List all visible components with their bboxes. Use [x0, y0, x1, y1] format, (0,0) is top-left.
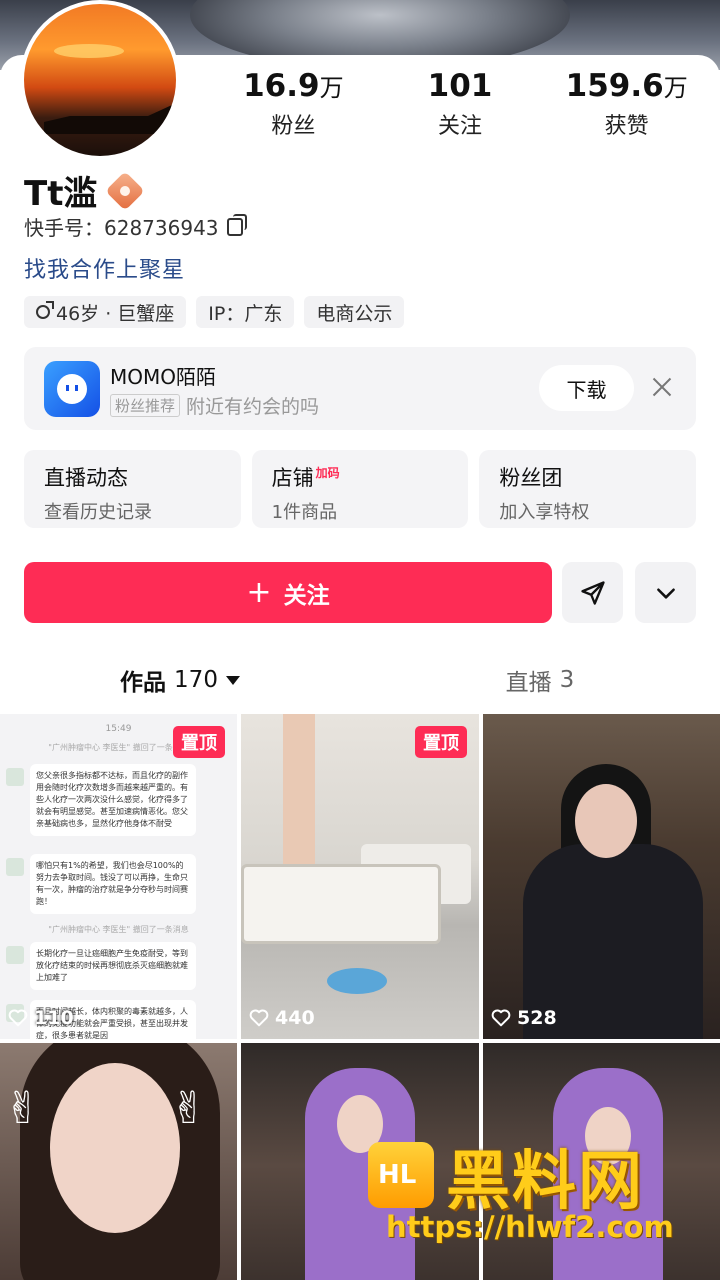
likes-count: 159.6 [565, 68, 664, 104]
follow-button[interactable]: + 关注 [24, 562, 552, 623]
likes-unit: 万 [663, 74, 688, 102]
card-fan-club[interactable]: 粉丝团 加入享特权 [479, 450, 697, 528]
bio-link[interactable]: 找我合作上聚星 [24, 252, 185, 284]
card-shop-badge: 加码 [315, 466, 340, 480]
following-count: 101 [427, 68, 493, 104]
tag-ip-label: IP：广东 [208, 302, 283, 325]
watermark-url: https://hlwf2.com [386, 1210, 674, 1244]
ad-tag: 粉丝推荐 [110, 394, 181, 417]
stat-likes[interactable]: 159.6万 获赞 [543, 68, 710, 140]
card-fan-title: 粉丝团 [499, 466, 563, 490]
tab-works-count: 170 [174, 667, 218, 693]
video-thumbnail[interactable]: 15:49 "广州肿瘤中心 李医生" 撤回了一条消息 您父亲很多指标都不达标，而… [0, 714, 237, 1039]
video-thumbnail[interactable]: 528 [483, 714, 720, 1039]
doctor-avatar [6, 946, 24, 964]
video-thumbnail[interactable]: ✌ ✌ [0, 1043, 237, 1280]
stat-following[interactable]: 101 关注 [377, 68, 544, 140]
kuaishou-id: 快手号：628736943 [24, 216, 219, 240]
video-thumbnail[interactable]: 置顶 440 [241, 714, 479, 1039]
heart-icon [491, 1009, 511, 1027]
like-count: 440 [275, 1007, 315, 1029]
ad-banner[interactable]: MOMO陌陌 粉丝推荐 附近有约会的吗 下载 [24, 347, 696, 430]
tag-ecommerce[interactable]: 电商公示 [304, 296, 405, 328]
like-count: 110 [34, 1007, 74, 1029]
content-tabs: 作品 170 直播 3 [0, 652, 720, 708]
profile-name: Tt滥 [24, 174, 98, 214]
ad-title: MOMO陌陌 [110, 365, 216, 389]
pinned-badge: 置顶 [415, 726, 467, 758]
tag-age-zodiac: 46岁 · 巨蟹座 [24, 296, 187, 328]
stats-row: 16.9万 粉丝 101 关注 159.6万 获赞 [210, 68, 710, 140]
like-count-row: 440 [249, 1007, 315, 1029]
peace-hand-icon: ✌ [170, 1083, 207, 1134]
tab-works-label: 作品 [120, 670, 167, 696]
level-badge-icon[interactable] [105, 170, 146, 211]
watermark: 黑料网 https://hlwf2.com [368, 1130, 698, 1270]
send-icon [580, 580, 605, 605]
tag-age-zodiac-label: 46岁 · 巨蟹座 [56, 302, 175, 325]
tab-live[interactable]: 直播 3 [360, 652, 720, 708]
copy-icon[interactable] [226, 213, 247, 236]
feature-cards: 直播动态 查看历史记录 店铺 加码 1件商品 粉丝团 加入享特权 [24, 450, 697, 528]
doctor-avatar [6, 858, 24, 876]
chat-system-message: "广州肿瘤中心 李医生" 撤回了一条消息 [48, 925, 189, 934]
followers-label: 粉丝 [271, 114, 316, 139]
pinned-badge: 置顶 [173, 726, 225, 758]
tag-ecommerce-label: 电商公示 [316, 302, 393, 325]
card-live-title: 直播动态 [44, 466, 128, 490]
kuaishou-id-row: 快手号：628736943 [24, 212, 247, 241]
ad-subtitle: 附近有约会的吗 [186, 396, 320, 418]
caret-down-icon [225, 675, 240, 685]
stat-followers[interactable]: 16.9万 粉丝 [210, 68, 377, 140]
chevron-down-icon [656, 587, 675, 599]
card-live-sub: 查看历史记录 [44, 502, 152, 523]
peace-hand-icon: ✌ [4, 1083, 41, 1134]
like-count: 528 [517, 1007, 557, 1029]
card-live-history[interactable]: 直播动态 查看历史记录 [24, 450, 241, 528]
card-shop-sub: 1件商品 [271, 502, 338, 523]
card-shop[interactable]: 店铺 加码 1件商品 [251, 450, 469, 528]
profile-name-row: Tt滥 [24, 166, 146, 215]
follow-label: 关注 [283, 582, 330, 609]
heart-icon [249, 1009, 269, 1027]
tag-ip: IP：广东 [196, 296, 295, 328]
profile-tags: 46岁 · 巨蟹座 IP：广东 电商公示 [24, 296, 405, 328]
close-icon[interactable] [650, 375, 674, 399]
tab-live-count: 3 [559, 667, 575, 693]
likes-label: 获赞 [604, 114, 649, 139]
chat-bubble: 您父亲很多指标都不达标，而且化疗的副作用会随时化疗次数增多而越来越严重的。有些人… [30, 764, 196, 836]
ad-subtitle-row: 粉丝推荐 附近有约会的吗 [110, 392, 319, 419]
heart-icon [8, 1009, 28, 1027]
like-count-row: 110 [8, 1007, 74, 1029]
avatar[interactable] [20, 0, 180, 160]
followers-count: 16.9 [243, 68, 320, 104]
send-message-button[interactable] [562, 562, 623, 623]
tab-live-label: 直播 [505, 670, 552, 696]
followers-unit: 万 [319, 74, 344, 102]
watermark-brand: 黑料网 [446, 1145, 644, 1219]
watermark-logo-icon [368, 1142, 434, 1208]
card-fan-sub: 加入享特权 [499, 502, 590, 523]
ad-download-button[interactable]: 下载 [539, 365, 634, 411]
card-shop-title: 店铺 [271, 466, 314, 490]
momo-logo-icon [44, 361, 100, 417]
male-icon [36, 301, 54, 319]
following-label: 关注 [438, 114, 483, 139]
chat-bubble: 长期化疗一旦让癌细胞产生免疫耐受，等到放化疗结束的时候再想彻底杀灭癌细胞就难上加… [30, 942, 196, 990]
doctor-avatar [6, 768, 24, 786]
plus-icon: + [246, 575, 272, 610]
more-options-button[interactable] [635, 562, 696, 623]
like-count-row: 528 [491, 1007, 557, 1029]
tab-works[interactable]: 作品 170 [0, 652, 360, 708]
chat-bubble: 哪怕只有1%的希望，我们也会尽100%的努力去争取时间。钱没了可以再挣，生命只有… [30, 854, 196, 914]
